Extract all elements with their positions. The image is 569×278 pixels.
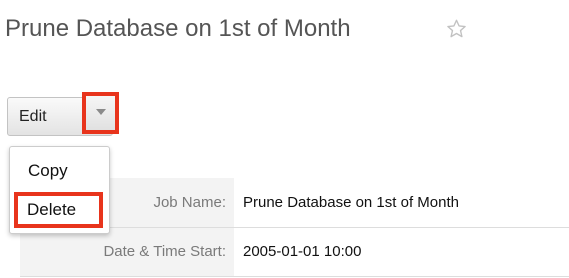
date-time-start-label: Date & Time Start: bbox=[20, 227, 234, 277]
chevron-down-icon bbox=[96, 109, 106, 115]
menu-item-copy[interactable]: Copy bbox=[28, 161, 68, 181]
actions-dropdown-toggle[interactable] bbox=[82, 92, 119, 134]
job-name-value: Prune Database on 1st of Month bbox=[234, 178, 569, 228]
page-title: Prune Database on 1st of Month bbox=[5, 15, 351, 42]
edit-button[interactable]: Edit bbox=[14, 98, 82, 135]
date-time-start-value: 2005-01-01 10:00 bbox=[234, 227, 569, 277]
actions-dropdown-menu: Copy Delete bbox=[9, 146, 110, 234]
detail-row-date-time-start: Date & Time Start: 2005-01-01 10:00 bbox=[20, 227, 569, 277]
star-icon[interactable] bbox=[445, 18, 468, 40]
menu-item-delete[interactable]: Delete bbox=[14, 192, 103, 228]
